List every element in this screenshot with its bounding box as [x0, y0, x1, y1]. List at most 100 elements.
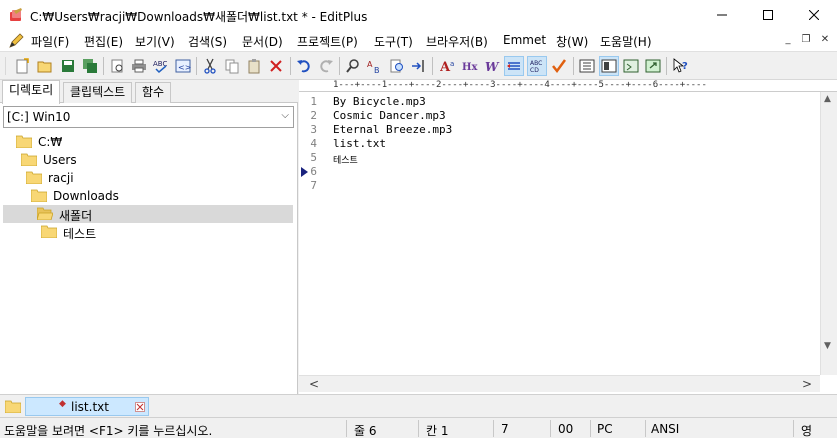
save-button[interactable] — [58, 56, 78, 76]
maximize-button[interactable] — [745, 0, 791, 30]
horizontal-scrollbar[interactable]: < > — [299, 375, 820, 392]
close-button[interactable] — [791, 0, 837, 30]
directory-panel: 디렉토리 클립텍스트 함수 [C:] Win10 ⌵ C:₩ Users racji… — [0, 80, 298, 394]
status-encoding[interactable]: ANSI — [651, 422, 679, 436]
printer-icon — [132, 59, 146, 73]
menu-document[interactable]: 문서(D) — [242, 33, 283, 50]
tree-item-test[interactable]: 테스트 — [3, 223, 293, 241]
menu-tools[interactable]: 도구(T) — [374, 33, 413, 50]
svg-text:<>: <> — [178, 63, 191, 72]
scroll-up-icon[interactable]: ▲ — [824, 94, 831, 104]
drive-select-value: [C:] Win10 — [7, 110, 71, 124]
folder-icon[interactable] — [5, 400, 21, 413]
undo-icon — [297, 60, 310, 73]
line-number: 1 — [310, 95, 317, 108]
line-number: 4 — [310, 137, 317, 150]
code-line: Cosmic Dancer.mp3 — [333, 109, 446, 122]
scroll-left-icon[interactable]: < — [309, 377, 319, 391]
font-button[interactable]: Aa — [438, 56, 458, 76]
menu-window[interactable]: 창(W) — [556, 33, 588, 50]
print-preview-button[interactable] — [107, 56, 127, 76]
mdi-close-button[interactable]: ✕ — [817, 33, 833, 47]
title-bar: C:₩Users₩racji₩Downloads₩새폴더₩list.txt * … — [0, 0, 837, 30]
word-wrap-icon: W — [485, 60, 500, 74]
menu-bar: 파일(F) 편집(E) 보기(V) 검색(S) 문서(D) 프로젝트(P) 도구… — [0, 30, 837, 51]
document-tab-bar: ◆ list.txt — [0, 394, 837, 417]
print-preview-icon — [111, 59, 123, 73]
menu-emmet[interactable]: Emmet — [503, 33, 546, 47]
scroll-right-icon[interactable]: > — [802, 377, 812, 391]
magnifier-icon — [346, 59, 359, 73]
svg-text:W: W — [485, 60, 500, 74]
line-number: 7 — [310, 179, 317, 192]
spell-check-button[interactable]: ABC — [151, 56, 171, 76]
new-file-button[interactable] — [12, 56, 32, 76]
vertical-scrollbar[interactable]: ▲ ▼ — [820, 92, 837, 375]
tab-directory[interactable]: 디렉토리 — [2, 80, 61, 104]
delete-button[interactable] — [266, 56, 286, 76]
editor-pane[interactable]: 1---+----1----+----2----+----3----+----4… — [299, 80, 837, 394]
editplus-app-icon[interactable] — [8, 7, 24, 23]
context-help-button[interactable]: ? — [670, 56, 690, 76]
mdi-restore-button[interactable]: ❐ — [798, 33, 814, 47]
cut-button[interactable] — [200, 56, 220, 76]
replace-button[interactable]: AB — [365, 56, 385, 76]
menu-browser[interactable]: 브라우저(B) — [426, 33, 488, 50]
html-toolbar-button[interactable]: <> — [173, 56, 193, 76]
tab-functions[interactable]: 함수 — [135, 82, 172, 103]
svg-text:A: A — [367, 60, 373, 69]
chevron-down-icon: ⌵ — [281, 110, 289, 121]
html-icon: <> — [175, 59, 191, 73]
directory-window-button[interactable] — [577, 56, 597, 76]
status-bar: 도움말을 보려면 <F1> 키를 누르십시오. 줄 6 칸 1 7 00 PC … — [0, 417, 837, 438]
column-select-button[interactable]: ABC CD — [527, 56, 547, 76]
drive-select[interactable]: [C:] Win10 ⌵ — [3, 106, 294, 128]
save-all-button[interactable] — [80, 56, 100, 76]
line-number: 2 — [310, 109, 317, 122]
scroll-down-icon[interactable]: ▼ — [824, 341, 831, 351]
menu-file[interactable]: 파일(F) — [31, 33, 69, 50]
goto-line-button[interactable] — [409, 56, 429, 76]
output-window-button[interactable] — [621, 56, 641, 76]
browser-preview-button[interactable] — [643, 56, 663, 76]
tree-item-label: Users — [43, 153, 77, 167]
menu-project[interactable]: 프로젝트(P) — [297, 33, 358, 50]
undo-button[interactable] — [294, 56, 314, 76]
spell-check-all-button[interactable] — [549, 56, 569, 76]
open-file-button[interactable] — [35, 56, 55, 76]
status-line: 줄 6 — [354, 424, 377, 438]
status-eol-format[interactable]: PC — [597, 422, 613, 436]
tree-item-racji[interactable]: racji — [3, 169, 293, 187]
mdi-minimize-button[interactable]: _ — [780, 33, 796, 47]
tab-close-icon[interactable] — [135, 402, 145, 412]
minimize-button[interactable] — [699, 0, 745, 30]
tree-item-c-drive[interactable]: C:₩ — [3, 133, 293, 151]
copy-button[interactable] — [222, 56, 242, 76]
hex-view-button[interactable]: Hx — [460, 56, 480, 76]
line-number-button[interactable] — [504, 56, 524, 76]
document-tab-list-txt[interactable]: ◆ list.txt — [25, 397, 149, 416]
tab-cliptext[interactable]: 클립텍스트 — [63, 82, 133, 103]
menu-view[interactable]: 보기(V) — [135, 33, 175, 50]
menu-edit[interactable]: 편집(E) — [84, 33, 123, 50]
tree-item-new-folder[interactable]: 새폴더 — [3, 205, 293, 223]
close-icon — [809, 10, 819, 20]
menu-search[interactable]: 검색(S) — [188, 33, 227, 50]
folder-icon — [21, 153, 37, 166]
menu-help[interactable]: 도움말(H) — [600, 33, 652, 50]
paste-button[interactable] — [244, 56, 264, 76]
print-button[interactable] — [129, 56, 149, 76]
redo-button[interactable] — [316, 56, 336, 76]
browser-icon — [645, 59, 661, 73]
cliptext-panel-icon — [601, 59, 617, 73]
tree-item-downloads[interactable]: Downloads — [3, 187, 293, 205]
find-in-files-button[interactable] — [387, 56, 407, 76]
save-icon — [62, 60, 74, 72]
tree-item-users[interactable]: Users — [3, 151, 293, 169]
cliptext-window-button[interactable] — [599, 56, 619, 76]
find-button[interactable] — [343, 56, 363, 76]
scissors-icon — [204, 58, 216, 74]
paste-icon — [248, 59, 260, 74]
code-line: list.txt — [333, 137, 386, 150]
word-wrap-button[interactable]: W — [482, 56, 502, 76]
